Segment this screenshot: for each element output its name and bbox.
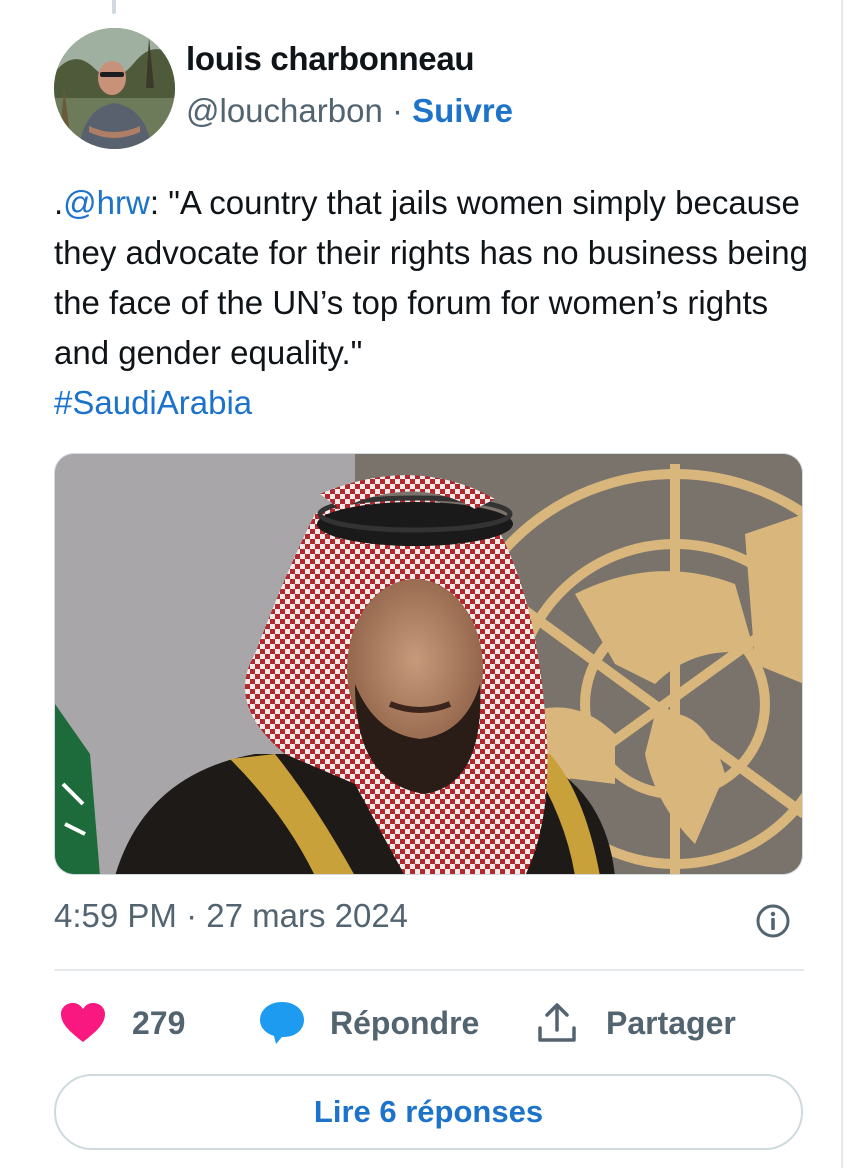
tweet-time: 4:59 PM	[54, 897, 177, 934]
heart-icon	[60, 1002, 106, 1044]
like-button[interactable]: 279	[60, 998, 185, 1048]
handle-row: @loucharbon · Suivre	[186, 92, 513, 130]
mention-link[interactable]: @hrw	[63, 184, 150, 221]
tweet-timestamp[interactable]: 4:59 PM · 27 mars 2024	[54, 897, 408, 935]
tweet-text-line1: : "A country that jails women simply	[149, 184, 666, 221]
tweet-date: 27 mars 2024	[206, 897, 409, 934]
author-handle[interactable]: @loucharbon	[186, 92, 383, 129]
avatar[interactable]	[54, 28, 175, 149]
author-name[interactable]: louis charbonneau	[186, 40, 475, 78]
tweet-photo[interactable]	[54, 453, 803, 875]
share-label: Partager	[606, 1004, 736, 1041]
tweet-text: .@hrw: "A country that jails women simpl…	[54, 178, 824, 428]
meta-separator: ·	[186, 897, 198, 934]
thread-connector-line	[112, 0, 116, 14]
reply-button[interactable]: Répondre	[258, 998, 479, 1048]
divider	[54, 969, 804, 971]
reply-label: Répondre	[330, 1004, 480, 1041]
read-replies-button[interactable]: Lire 6 réponses	[54, 1074, 803, 1150]
hashtag-link[interactable]: #SaudiArabia	[54, 384, 252, 421]
mention-prefix: .	[54, 184, 64, 221]
tweet-card: louis charbonneau @loucharbon · Suivre .…	[0, 0, 843, 1168]
handle-separator: ·	[391, 92, 403, 129]
share-upload-icon	[536, 1002, 578, 1044]
share-button[interactable]: Partager	[536, 998, 736, 1048]
follow-button[interactable]: Suivre	[412, 92, 513, 129]
like-count: 279	[132, 1004, 186, 1041]
info-icon[interactable]	[755, 903, 791, 939]
speech-bubble-icon	[258, 1000, 306, 1046]
